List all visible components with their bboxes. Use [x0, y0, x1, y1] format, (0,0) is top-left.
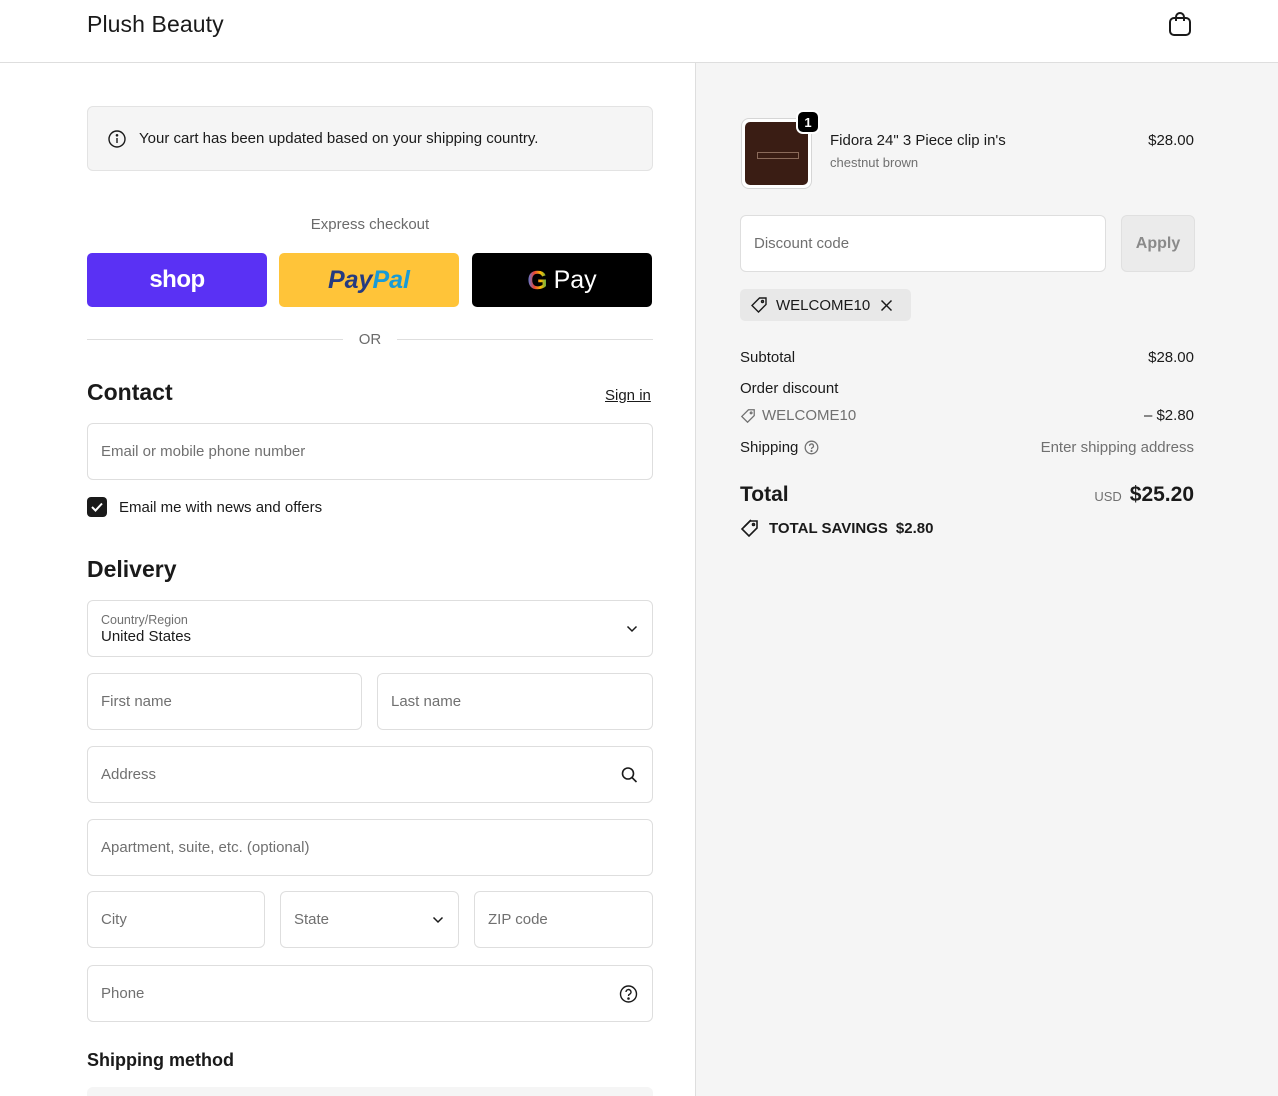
- total-value: $25.20: [1129, 483, 1194, 506]
- checkmark-icon: [91, 502, 103, 512]
- email-field[interactable]: Email or mobile phone number: [87, 423, 653, 480]
- order-discount-label: Order discount: [740, 380, 839, 397]
- discount-code-text: WELCOME10: [762, 407, 857, 424]
- help-circle-icon[interactable]: [804, 440, 819, 455]
- header: Plush Beauty: [0, 0, 1278, 63]
- country-value: United States: [101, 627, 192, 645]
- state-select[interactable]: State: [280, 891, 459, 948]
- savings-value: $2.80: [895, 519, 934, 537]
- tag-icon: [740, 408, 755, 423]
- product-price: $28.00: [1148, 132, 1194, 149]
- city-placeholder: City: [101, 911, 127, 928]
- checkout-form: Your cart has been updated based on your…: [0, 63, 695, 1096]
- discount-value: – $2.80: [1143, 407, 1194, 424]
- info-icon: [108, 129, 126, 148]
- total-label: Total: [740, 483, 789, 506]
- search-icon[interactable]: [621, 766, 638, 783]
- country-label: Country/Region: [101, 612, 188, 627]
- shipping-label: Shipping: [740, 439, 799, 456]
- shipping-row: Shipping: [740, 439, 819, 456]
- apartment-placeholder: Apartment, suite, etc. (optional): [101, 839, 310, 856]
- apartment-field[interactable]: Apartment, suite, etc. (optional): [87, 819, 653, 876]
- order-summary: 1 Fidora 24" 3 Piece clip in's chestnut …: [695, 63, 1278, 1096]
- last-name-field[interactable]: Last name: [377, 673, 653, 730]
- applied-code-label: WELCOME10: [776, 296, 871, 314]
- help-circle-icon[interactable]: [619, 984, 638, 1003]
- paypal-button[interactable]: Pay Pal: [279, 253, 459, 307]
- zip-field[interactable]: ZIP code: [474, 891, 653, 948]
- google-pay-label: Pay: [553, 265, 597, 294]
- savings-label: TOTAL SAVINGS: [769, 519, 888, 537]
- savings-tag-icon: [740, 519, 758, 537]
- tag-icon: [751, 297, 767, 313]
- zip-placeholder: ZIP code: [488, 911, 548, 928]
- google-pay-button[interactable]: G Pay: [472, 253, 652, 307]
- contact-heading: Contact: [87, 379, 173, 405]
- phone-field[interactable]: Phone: [87, 965, 653, 1022]
- phone-placeholder: Phone: [101, 985, 145, 1002]
- quantity-badge: 1: [796, 110, 820, 134]
- sign-in-link[interactable]: Sign in: [605, 387, 651, 404]
- applied-discount-chip: WELCOME10: [740, 289, 912, 321]
- subtotal-value: $28.00: [1148, 349, 1194, 366]
- discount-placeholder: Discount code: [754, 235, 850, 252]
- newsletter-checkbox[interactable]: [87, 497, 107, 517]
- newsletter-checkbox-row[interactable]: Email me with news and offers: [87, 497, 322, 517]
- google-g-icon: G: [527, 264, 548, 295]
- cart-updated-notice: Your cart has been updated based on your…: [87, 106, 653, 171]
- or-label: OR: [358, 330, 382, 348]
- notice-text: Your cart has been updated based on your…: [139, 130, 539, 147]
- total-savings: TOTAL SAVINGS $2.80: [740, 519, 933, 537]
- apply-button[interactable]: Apply: [1121, 215, 1195, 272]
- shipping-value: Enter shipping address: [1040, 439, 1194, 456]
- currency-code: USD: [1094, 489, 1122, 504]
- remove-discount-icon[interactable]: [880, 299, 901, 312]
- product-name: Fidora 24" 3 Piece clip in's: [830, 132, 1006, 149]
- chevron-down-icon: [626, 625, 638, 633]
- product-variant: chestnut brown: [830, 155, 919, 170]
- country-select[interactable]: Country/Region United States: [87, 600, 653, 657]
- address-placeholder: Address: [101, 766, 157, 783]
- chevron-down-icon: [432, 916, 444, 924]
- discount-code-field[interactable]: Discount code: [740, 215, 1106, 272]
- brand-logo[interactable]: Plush Beauty: [87, 11, 224, 38]
- delivery-heading: Delivery: [87, 556, 177, 582]
- express-checkout-label: Express checkout: [310, 216, 430, 233]
- first-name-placeholder: First name: [101, 693, 172, 710]
- shipping-method-placeholder-box: [87, 1087, 653, 1096]
- discount-code-row: WELCOME10: [740, 407, 856, 424]
- total-value-group: USD $25.20: [1094, 483, 1194, 507]
- newsletter-label: Email me with news and offers: [119, 498, 323, 516]
- shop-pay-button[interactable]: shop: [87, 253, 267, 307]
- shopping-bag-icon[interactable]: [1168, 11, 1192, 37]
- paypal-label-part2: Pal: [372, 265, 410, 294]
- subtotal-label: Subtotal: [740, 349, 796, 366]
- paypal-label-part1: Pay: [327, 265, 373, 294]
- last-name-placeholder: Last name: [391, 693, 462, 710]
- shipping-method-heading: Shipping method: [87, 1050, 234, 1070]
- state-placeholder: State: [294, 911, 330, 928]
- first-name-field[interactable]: First name: [87, 673, 362, 730]
- city-field[interactable]: City: [87, 891, 265, 948]
- address-field[interactable]: Address: [87, 746, 653, 803]
- shop-pay-label: shop: [149, 266, 205, 293]
- or-divider: OR: [87, 329, 653, 349]
- email-placeholder: Email or mobile phone number: [101, 443, 306, 460]
